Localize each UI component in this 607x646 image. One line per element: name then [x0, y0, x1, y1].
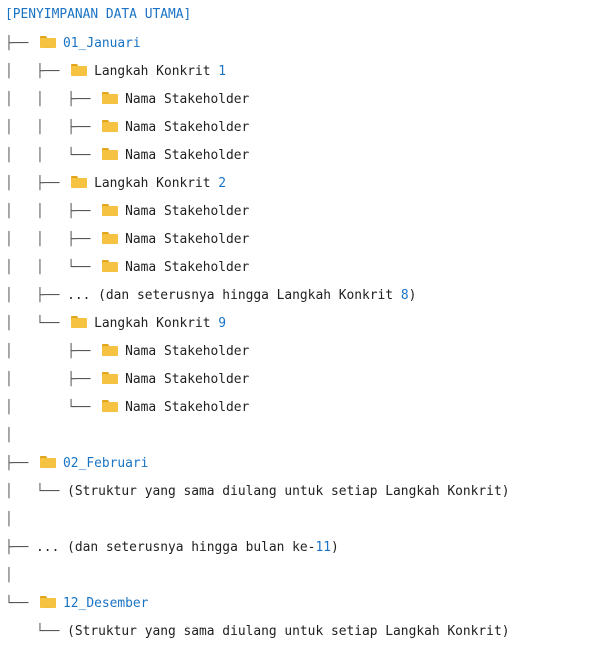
tree-row-step-2[interactable]: │ ├── Langkah Konkrit 2: [5, 170, 226, 198]
folder-icon: [40, 456, 57, 468]
continuation-number: 11: [315, 540, 331, 555]
tree-row-note: └── (Struktur yang sama diulang untuk se…: [5, 624, 510, 639]
tree-row-stakeholder[interactable]: │ │ ├── Nama Stakeholder: [5, 86, 249, 114]
folder-icon: [40, 36, 57, 48]
stakeholder-label: Nama Stakeholder: [125, 232, 250, 247]
stakeholder-label: Nama Stakeholder: [125, 148, 250, 163]
tree-row-note: │ └── (Struktur yang sama diulang untuk …: [5, 484, 510, 499]
tree-row-stakeholder[interactable]: │ │ └── Nama Stakeholder: [5, 254, 249, 282]
folder-icon: [102, 344, 119, 356]
tree-connector: │: [5, 568, 13, 583]
folder-icon: [102, 148, 119, 160]
step-label: Langkah Konkrit: [94, 176, 211, 191]
step-number: 1: [218, 64, 227, 79]
month-label: 01_Januari: [63, 36, 141, 51]
stakeholder-label: Nama Stakeholder: [125, 92, 250, 107]
folder-icon: [102, 232, 119, 244]
step-label: Langkah Konkrit: [94, 316, 211, 331]
continuation-close: ): [408, 288, 417, 303]
folder-icon: [71, 176, 88, 188]
tree-row-stakeholder[interactable]: │ │ ├── Nama Stakeholder: [5, 198, 249, 226]
continuation-text: ... (dan seterusnya hingga Langkah Konkr…: [67, 288, 401, 303]
continuation-number: 8: [400, 288, 409, 303]
tree-row-januari[interactable]: ├── 01_Januari: [5, 30, 141, 58]
continuation-text: ... (dan seterusnya hingga bulan ke-: [36, 540, 316, 555]
repeat-note: (Struktur yang sama diulang untuk setiap…: [67, 624, 510, 639]
folder-icon: [102, 204, 119, 216]
stakeholder-label: Nama Stakeholder: [125, 120, 250, 135]
folder-tree: [PENYIMPANAN DATA UTAMA] ├── 01_Januari …: [0, 0, 607, 646]
stakeholder-label: Nama Stakeholder: [125, 400, 250, 415]
folder-icon: [71, 64, 88, 76]
root-label: [PENYIMPANAN DATA UTAMA]: [5, 7, 192, 22]
tree-row-step-1[interactable]: │ ├── Langkah Konkrit 1: [5, 58, 226, 86]
tree-row-stakeholder[interactable]: │ ├── Nama Stakeholder: [5, 366, 249, 394]
tree-row-stakeholder[interactable]: │ └── Nama Stakeholder: [5, 394, 249, 422]
tree-row-februari[interactable]: ├── 02_Februari: [5, 450, 148, 478]
month-label: 12_Desember: [63, 596, 149, 611]
folder-icon: [71, 316, 88, 328]
step-number: 9: [218, 316, 227, 331]
folder-icon: [102, 400, 119, 412]
folder-icon: [102, 372, 119, 384]
tree-row-desember[interactable]: └── 12_Desember: [5, 590, 148, 618]
tree-row-stakeholder[interactable]: │ ├── Nama Stakeholder: [5, 338, 249, 366]
continuation-close: ): [330, 540, 339, 555]
tree-row-stakeholder[interactable]: │ │ └── Nama Stakeholder: [5, 142, 249, 170]
tree-row-stakeholder[interactable]: │ │ ├── Nama Stakeholder: [5, 226, 249, 254]
folder-icon: [102, 260, 119, 272]
tree-row-continuation-steps: │ ├── ... (dan seterusnya hingga Langkah…: [5, 288, 417, 303]
folder-icon: [102, 120, 119, 132]
folder-icon: [40, 596, 57, 608]
stakeholder-label: Nama Stakeholder: [125, 204, 250, 219]
repeat-note: (Struktur yang sama diulang untuk setiap…: [67, 484, 510, 499]
month-label: 02_Februari: [63, 456, 149, 471]
step-label: Langkah Konkrit: [94, 64, 211, 79]
tree-connector: │: [5, 512, 13, 527]
stakeholder-label: Nama Stakeholder: [125, 260, 250, 275]
stakeholder-label: Nama Stakeholder: [125, 372, 250, 387]
tree-connector: │: [5, 428, 13, 443]
stakeholder-label: Nama Stakeholder: [125, 344, 250, 359]
tree-row-step-9[interactable]: │ └── Langkah Konkrit 9: [5, 310, 226, 338]
folder-icon: [102, 92, 119, 104]
tree-row-stakeholder[interactable]: │ │ ├── Nama Stakeholder: [5, 114, 249, 142]
tree-row-continuation-months: ├── ... (dan seterusnya hingga bulan ke-…: [5, 540, 339, 555]
step-number: 2: [218, 176, 227, 191]
